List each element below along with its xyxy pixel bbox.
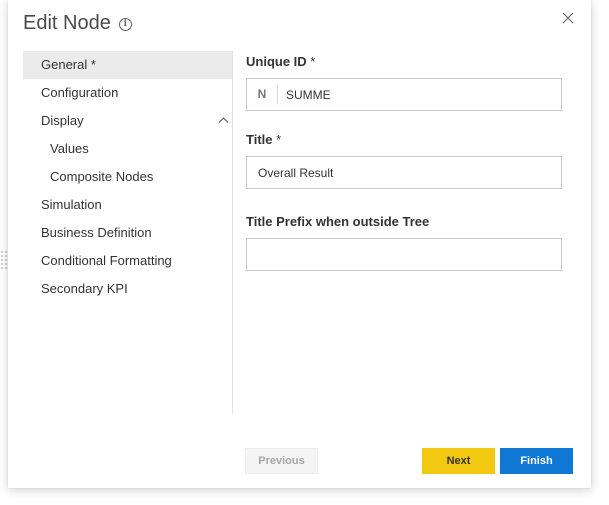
title-prefix-label: Title Prefix when outside Tree bbox=[246, 214, 430, 229]
unique-id-prefix: N bbox=[247, 85, 278, 104]
title-prefix-field[interactable] bbox=[246, 238, 562, 271]
nav-item-composite-nodes[interactable]: Composite Nodes bbox=[23, 163, 233, 191]
unique-id-label: Unique ID * bbox=[246, 52, 562, 72]
drag-handle-icon bbox=[0, 250, 8, 270]
title-field[interactable]: Overall Result bbox=[246, 156, 562, 189]
close-button[interactable] bbox=[560, 10, 576, 26]
unique-id-required-mark: * bbox=[310, 54, 316, 69]
title-label: Title * bbox=[246, 130, 562, 150]
nav-divider bbox=[232, 51, 233, 414]
sidebar-nav: General * Configuration Display Values C… bbox=[23, 51, 233, 303]
unique-id-label-text: Unique ID bbox=[246, 54, 307, 69]
nav-item-display[interactable]: Display bbox=[23, 107, 233, 135]
unique-id-field[interactable]: N SUMME bbox=[246, 78, 562, 111]
title-value: Overall Result bbox=[258, 165, 334, 180]
title-label-text: Title bbox=[246, 132, 273, 147]
general-form: Unique ID * N SUMME Title * Overall Resu… bbox=[246, 52, 562, 271]
nav-item-simulation[interactable]: Simulation bbox=[23, 191, 233, 219]
nav-item-values[interactable]: Values bbox=[23, 135, 233, 163]
title-required-mark: * bbox=[276, 132, 282, 147]
nav-item-display-label: Display bbox=[41, 113, 84, 128]
previous-button[interactable]: Previous bbox=[245, 448, 318, 474]
chevron-up-icon[interactable] bbox=[218, 116, 229, 124]
close-icon bbox=[562, 12, 574, 24]
unique-id-value: SUMME bbox=[286, 87, 331, 102]
nav-item-general[interactable]: General * bbox=[23, 51, 233, 79]
nav-item-business-definition[interactable]: Business Definition bbox=[23, 219, 233, 247]
nav-item-configuration[interactable]: Configuration bbox=[23, 79, 233, 107]
nav-item-conditional-formatting[interactable]: Conditional Formatting bbox=[23, 247, 233, 275]
dialog-title: Edit Node i bbox=[23, 10, 132, 36]
edit-node-dialog: Edit Node i General * Configuration Disp… bbox=[8, 0, 591, 488]
dialog-title-text: Edit Node bbox=[23, 12, 111, 34]
nav-item-secondary-kpi[interactable]: Secondary KPI bbox=[23, 275, 233, 303]
next-button[interactable]: Next bbox=[422, 448, 495, 474]
finish-button[interactable]: Finish bbox=[500, 448, 573, 474]
info-icon[interactable]: i bbox=[118, 17, 132, 31]
